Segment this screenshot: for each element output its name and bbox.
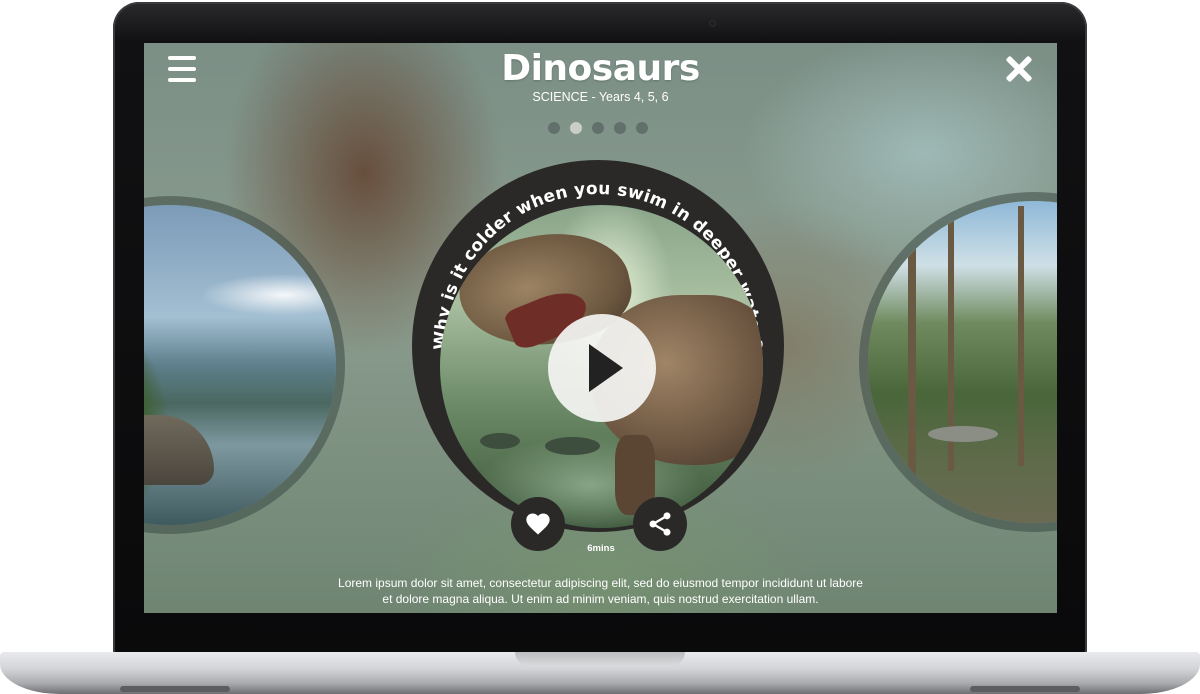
pagination-dot-active[interactable] [570,122,582,134]
coast-trees [144,265,234,525]
pagination-dot[interactable] [548,122,560,134]
play-icon[interactable] [548,314,656,422]
dinosaur-silhouette [928,426,998,442]
like-button[interactable] [511,497,565,551]
share-icon [649,512,671,536]
laptop-foot [120,686,230,692]
heart-icon [526,513,550,535]
laptop-foot [970,686,1080,692]
pagination-dot[interactable] [636,122,648,134]
tree-trunk [1018,206,1024,466]
previous-video-thumbnail[interactable] [144,205,336,525]
dinosaur-silhouette [545,437,600,455]
video-duration: 6mins [587,543,615,554]
pagination-dot[interactable] [592,122,604,134]
laptop-notch [515,652,685,666]
next-video-thumbnail[interactable] [868,201,1057,523]
page-subtitle: SCIENCE - Years 4, 5, 6 [532,90,669,104]
video-description: Lorem ipsum dolor sit amet, consectetur … [338,576,863,606]
share-button[interactable] [633,497,687,551]
laptop-base [0,652,1200,694]
app-screen: Dinosaurs SCIENCE - Years 4, 5, 6 Why is… [144,43,1057,613]
page-title: Dinosaurs [501,48,700,89]
tree-trunk [908,241,916,481]
camera [709,20,716,27]
pagination-dot[interactable] [614,122,626,134]
dinosaur-silhouette [480,433,520,449]
carousel-pagination [548,122,648,134]
